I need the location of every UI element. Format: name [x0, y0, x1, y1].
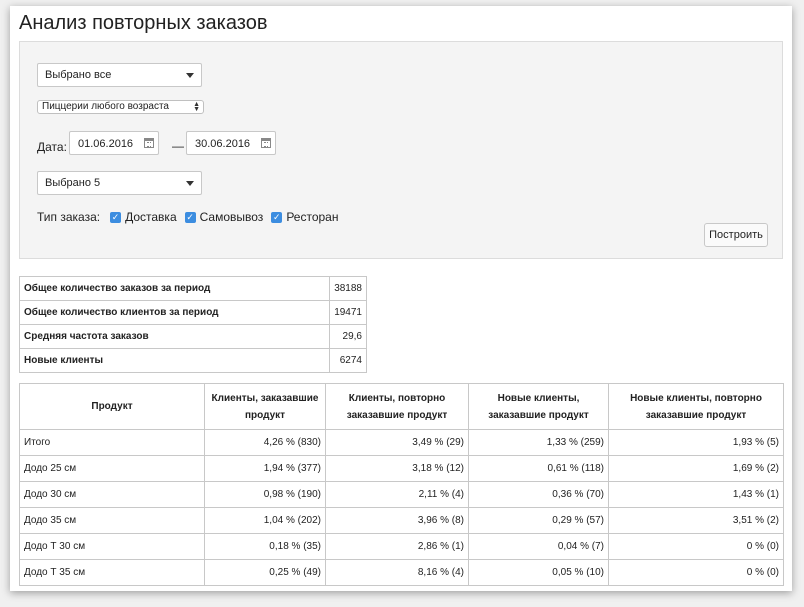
table-cell: 1,94 % (377): [204, 455, 326, 482]
summary-label: Общее количество заказов за период: [19, 276, 330, 301]
table-cell: 1,33 % (259): [468, 429, 609, 456]
product-name: Додо 30 см: [19, 481, 205, 508]
order-type-label: Тип заказа:: [37, 210, 101, 224]
date-to-input[interactable]: 30.06.2016: [186, 131, 276, 155]
table-cell: 0,29 % (57): [468, 507, 609, 534]
table-cell: 0,05 % (10): [468, 559, 609, 586]
calendar-icon[interactable]: [144, 138, 154, 148]
column-header: Клиенты, заказавшие продукт: [204, 383, 326, 430]
product-name: Додо Т 30 см: [19, 533, 205, 560]
date-to-value: 30.06.2016: [195, 138, 251, 150]
checkmark-icon[interactable]: ✓: [184, 211, 196, 223]
order-type-restaurant-label: Ресторан: [286, 210, 339, 224]
table-cell: 1,43 % (1): [608, 481, 784, 508]
checkmark-icon[interactable]: ✓: [271, 211, 283, 223]
page-title: Анализ повторных заказов: [19, 12, 268, 34]
summary-value: 29,6: [329, 324, 367, 349]
table-row: Додо 35 см 1,04 % (202) 3,96 % (8) 0,29 …: [19, 507, 784, 534]
table-row: Средняя частота заказов 29,6: [19, 324, 367, 349]
product-name: Додо 25 см: [19, 455, 205, 482]
date-from-input[interactable]: 01.06.2016: [69, 131, 159, 155]
chevron-down-icon: [186, 73, 194, 78]
date-from-value: 01.06.2016: [78, 138, 134, 150]
table-row: Додо 30 см 0,98 % (190) 2,11 % (4) 0,36 …: [19, 481, 784, 508]
order-type-restaurant[interactable]: ✓ Ресторан: [271, 210, 338, 224]
summary-value: 38188: [329, 276, 367, 301]
column-header: Продукт: [19, 383, 205, 430]
product-name: Додо 35 см: [19, 507, 205, 534]
table-row: Общее количество заказов за период 38188: [19, 276, 367, 301]
table-row: Итого 4,26 % (830) 3,49 % (29) 1,33 % (2…: [19, 429, 784, 456]
product-select[interactable]: Выбрано 5: [37, 171, 202, 195]
summary-table: Общее количество заказов за период 38188…: [19, 276, 367, 373]
build-button[interactable]: Построить: [704, 223, 768, 247]
table-cell: 2,11 % (4): [325, 481, 469, 508]
table-cell: 3,18 % (12): [325, 455, 469, 482]
table-cell: 0,25 % (49): [204, 559, 326, 586]
date-separator: —: [172, 139, 184, 153]
pizzeria-age-select[interactable]: Пиццерии любого возраста ▲ ▼: [37, 100, 204, 114]
pizzeria-select[interactable]: Выбрано все: [37, 63, 202, 87]
summary-value: 6274: [329, 348, 367, 373]
summary-label: Средняя частота заказов: [19, 324, 330, 349]
table-cell: 4,26 % (830): [204, 429, 326, 456]
table-row: Общее количество клиентов за период 1947…: [19, 300, 367, 325]
table-cell: 3,49 % (29): [325, 429, 469, 456]
checkmark-icon[interactable]: ✓: [110, 211, 122, 223]
table-row: Новые клиенты 6274: [19, 348, 367, 373]
pizzeria-select-value: Выбрано все: [45, 69, 112, 81]
calendar-icon[interactable]: [261, 138, 271, 148]
table-header-row: Продукт Клиенты, заказавшие продукт Клие…: [19, 383, 784, 430]
column-header: Новые клиенты, повторно заказавшие проду…: [608, 383, 784, 430]
column-header: Новые клиенты, заказавшие продукт: [468, 383, 609, 430]
date-label: Дата:: [37, 140, 67, 154]
summary-label: Общее количество клиентов за период: [19, 300, 330, 325]
product-name: Додо Т 35 см: [19, 559, 205, 586]
summary-value: 19471: [329, 300, 367, 325]
summary-label: Новые клиенты: [19, 348, 330, 373]
pizzeria-age-select-value: Пиццерии любого возраста: [42, 101, 169, 112]
filter-panel: Выбрано все Пиццерии любого возраста ▲ ▼ …: [19, 41, 783, 259]
table-cell: 0,61 % (118): [468, 455, 609, 482]
table-cell: 1,69 % (2): [608, 455, 784, 482]
order-type-delivery[interactable]: ✓ Доставка: [110, 210, 177, 224]
column-header: Клиенты, повторно заказавшие продукт: [325, 383, 469, 430]
product-name: Итого: [19, 429, 205, 456]
order-type-group: Тип заказа: ✓ Доставка ✓ Самовывоз ✓ Рес…: [37, 210, 346, 224]
table-cell: 0 % (0): [608, 533, 784, 560]
order-type-pickup[interactable]: ✓ Самовывоз: [184, 210, 264, 224]
table-cell: 3,51 % (2): [608, 507, 784, 534]
table-cell: 2,86 % (1): [325, 533, 469, 560]
table-row: Додо 25 см 1,94 % (377) 3,18 % (12) 0,61…: [19, 455, 784, 482]
table-cell: 0,04 % (7): [468, 533, 609, 560]
order-type-delivery-label: Доставка: [125, 210, 177, 224]
updown-arrows-icon: ▲ ▼: [193, 101, 200, 113]
table-cell: 0,18 % (35): [204, 533, 326, 560]
table-row: Додо Т 35 см 0,25 % (49) 8,16 % (4) 0,05…: [19, 559, 784, 586]
order-type-pickup-label: Самовывоз: [199, 210, 264, 224]
table-row: Додо Т 30 см 0,18 % (35) 2,86 % (1) 0,04…: [19, 533, 784, 560]
table-cell: 8,16 % (4): [325, 559, 469, 586]
app-window: Анализ повторных заказов Выбрано все Пиц…: [10, 6, 792, 591]
products-table: Продукт Клиенты, заказавшие продукт Клие…: [19, 383, 784, 586]
chevron-down-icon: [186, 181, 194, 186]
table-cell: 0 % (0): [608, 559, 784, 586]
table-cell: 1,93 % (5): [608, 429, 784, 456]
product-select-value: Выбрано 5: [45, 177, 101, 189]
table-cell: 0,98 % (190): [204, 481, 326, 508]
table-cell: 0,36 % (70): [468, 481, 609, 508]
table-cell: 1,04 % (202): [204, 507, 326, 534]
table-cell: 3,96 % (8): [325, 507, 469, 534]
